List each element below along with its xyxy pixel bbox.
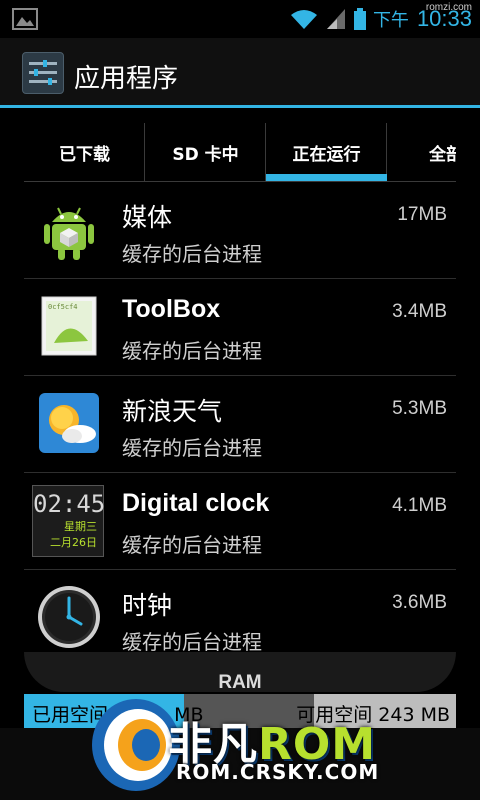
app-status: 缓存的后台进程 [122,533,262,557]
status-icons: 下午 10:33 [289,0,472,38]
list-item[interactable]: 新浪天气 缓存的后台进程 5.3MB [24,376,456,473]
app-status: 缓存的后台进程 [122,242,262,266]
app-name: ToolBox [122,295,221,323]
app-memory-size: 17MB [397,204,447,225]
settings-sliders-icon[interactable] [22,52,64,94]
status-time: 10:33 [416,6,472,31]
tab-bar: 已下载 SD 卡中 正在运行 全部 [24,123,456,181]
tab-sd-card[interactable]: SD 卡中 [145,123,266,181]
wifi-icon [290,10,317,29]
tab-running[interactable]: 正在运行 [266,123,387,181]
app-memory-size: 4.1MB [392,495,447,516]
tab-label: 全部 [429,144,456,165]
action-bar: 应用程序 [0,38,480,108]
app-memory-size: 5.3MB [392,398,447,419]
tab-label: 已下载 [59,144,110,165]
status-bar: romzi.com 下午 10:33 [0,0,480,38]
running-app-list: 媒体 缓存的后台进程 17MB 0cf5cf4 ToolBox 缓存的后台进程 … [24,182,456,666]
app-name: Digital clock [122,489,270,517]
svg-text:0cf5cf4: 0cf5cf4 [48,303,78,311]
logo-url: ROM.CRSKY.COM [176,760,380,784]
page-title: 应用程序 [74,64,179,94]
tab-label: 正在运行 [292,144,361,165]
digital-clock-date: 二月26日 [50,536,97,549]
app-status: 缓存的后台进程 [122,630,262,654]
app-status: 缓存的后台进程 [122,339,262,363]
battery-icon [353,8,366,30]
picture-notification-icon [12,8,38,30]
list-item[interactable]: 02:45 星期三 二月26日 Digital clock 缓存的后台进程 4.… [24,473,456,570]
android-media-icon [44,207,94,260]
digital-clock-time: 02:45 [33,490,106,518]
app-name: 时钟 [122,591,173,620]
app-memory-size: 3.4MB [392,301,447,322]
status-ampm: 下午 [372,10,409,31]
signal-icon [326,9,345,29]
app-memory-size: 3.6MB [392,592,447,613]
clock-icon [38,586,100,648]
list-item[interactable]: 媒体 缓存的后台进程 17MB [24,182,456,279]
tab-downloaded[interactable]: 已下载 [24,123,145,181]
toolbox-icon: 0cf5cf4 [41,296,97,356]
digital-clock-icon: 02:45 星期三 二月26日 [32,485,106,557]
list-item[interactable]: 0cf5cf4 ToolBox 缓存的后台进程 3.4MB [24,279,456,376]
app-status: 缓存的后台进程 [122,436,262,460]
app-name: 新浪天气 [122,397,223,426]
digital-clock-weekday: 星期三 [64,520,97,533]
app-name: 媒体 [122,203,173,232]
weather-icon [39,393,99,453]
tab-all[interactable]: 全部 [387,123,456,181]
tab-label: SD 卡中 [172,144,239,165]
